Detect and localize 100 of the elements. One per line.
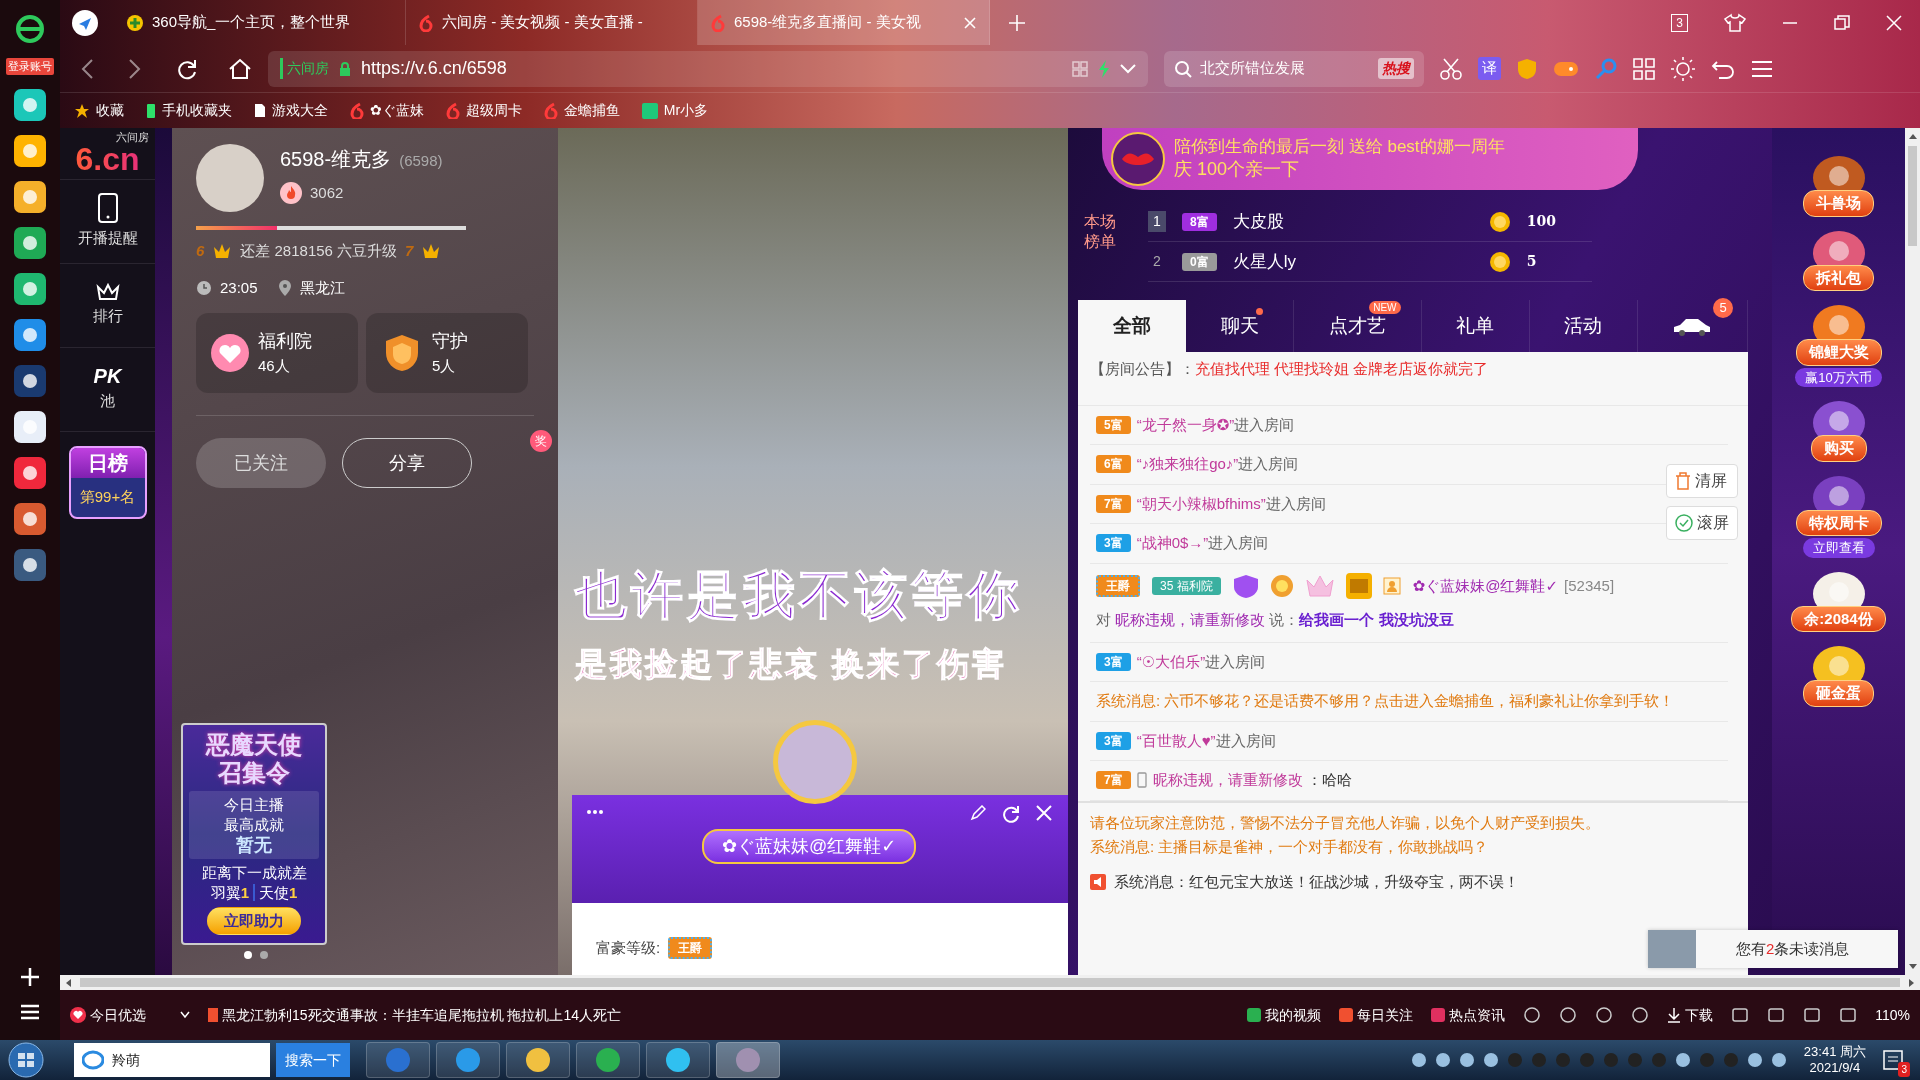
download-icon: [1667, 1007, 1682, 1023]
app-icon[interactable]: [14, 502, 46, 535]
home-icon[interactable]: [228, 57, 252, 80]
close-icon[interactable]: [963, 15, 977, 30]
medal-icon: [1268, 573, 1295, 598]
taskbar-app[interactable]: [646, 1042, 710, 1078]
status-link[interactable]: 我的视频: [1247, 1004, 1322, 1026]
scrollbar-thumb[interactable]: [1908, 146, 1917, 246]
system-message: 系统消息: 主播目标是雀神，一个对手都没有，你敢挑战吗？: [1090, 836, 1490, 857]
forward-icon[interactable]: [128, 57, 142, 80]
status-link[interactable]: 每日关注: [1339, 1004, 1414, 1026]
grid-icon[interactable]: [1633, 57, 1655, 80]
app-icon[interactable]: [14, 134, 46, 167]
login-label[interactable]: 登录账号: [6, 58, 54, 75]
restore-icon[interactable]: [1834, 14, 1850, 31]
daily-rank-badge[interactable]: 日榜 第99+名: [68, 446, 147, 519]
wealth-level-badge: 3富: [1096, 652, 1131, 671]
info-card[interactable]: 守护 5人: [366, 313, 528, 393]
start-orb-icon[interactable]: [6, 1042, 46, 1078]
level-number: 6: [196, 241, 205, 261]
shirt-icon[interactable]: [1724, 12, 1746, 33]
prize-button[interactable]: 赢10万六币: [1795, 367, 1882, 387]
taskbar-app[interactable]: [576, 1042, 640, 1078]
undo-icon[interactable]: [1711, 58, 1735, 79]
app-icon[interactable]: [14, 364, 46, 397]
close-icon[interactable]: [1036, 805, 1052, 821]
notification-icon[interactable]: [1882, 1049, 1904, 1072]
app-icon[interactable]: [14, 88, 46, 121]
bookmark-item[interactable]: 收藏: [74, 100, 124, 121]
app-icon[interactable]: [14, 456, 46, 489]
app-icon[interactable]: [14, 272, 46, 305]
scissors-icon[interactable]: [1440, 57, 1462, 80]
share-button[interactable]: 分享: [342, 438, 472, 488]
user-name[interactable]: 火星人ly: [1232, 248, 1473, 275]
gift-banner-text: 陪你到生命的最后一刻 送给 best的娜一周年 庆 100个亲一下: [1174, 137, 1505, 181]
add-icon[interactable]: [19, 966, 41, 988]
scroll-down-icon[interactable]: [1907, 963, 1918, 971]
user-name[interactable]: 大皮股: [1232, 208, 1473, 235]
app-icon[interactable]: [14, 318, 46, 351]
user-name[interactable]: ✿ぐ蓝妹妹@红舞鞋✓: [1412, 571, 1559, 600]
bookmark-item[interactable]: Mr小多: [641, 100, 709, 121]
info-card[interactable]: 福利院 46人: [196, 313, 358, 393]
download-link[interactable]: 下载: [1667, 1004, 1714, 1026]
follow-button[interactable]: 已关注: [196, 438, 326, 488]
card-title: 守护: [432, 330, 468, 354]
scroll-lock-button[interactable]: 滚屏: [1666, 506, 1738, 540]
search-field[interactable]: 羚萌: [74, 1043, 270, 1077]
app-icon: [641, 102, 658, 119]
browser-tab[interactable]: 六间房 - 美女视频 - 美女直播 -: [406, 0, 698, 45]
bookmark-item[interactable]: 手机收藏夹: [146, 100, 232, 121]
scroll-right-icon[interactable]: [1908, 977, 1916, 988]
clear-screen-button[interactable]: 清屏: [1666, 464, 1738, 498]
scrollbar-thumb[interactable]: [80, 978, 1900, 987]
carousel-dot[interactable]: [260, 951, 268, 959]
achievement-value: 暂无: [235, 834, 273, 855]
app-icon[interactable]: [14, 180, 46, 213]
ranking-title[interactable]: 本场榜单: [1084, 212, 1118, 300]
menu-icon[interactable]: [19, 1002, 41, 1022]
tab-count[interactable]: 3: [1671, 13, 1688, 32]
taskbar-app[interactable]: [436, 1042, 500, 1078]
bookmark-item[interactable]: 游戏大全: [254, 100, 328, 121]
search-text: 北交所错位发展: [1200, 58, 1305, 79]
app-icon: [734, 1046, 762, 1074]
more-icon[interactable]: [586, 809, 604, 815]
scroll-left-icon[interactable]: [64, 977, 72, 988]
edit-icon[interactable]: [970, 805, 986, 821]
refresh-icon[interactable]: [1002, 805, 1020, 823]
status-link[interactable]: 热点资讯: [1431, 1004, 1506, 1026]
zoom-level[interactable]: 110%: [1875, 1004, 1910, 1026]
app-icon[interactable]: [14, 410, 46, 443]
back-icon[interactable]: [80, 57, 94, 80]
prize-button[interactable]: 立即查看: [1802, 538, 1875, 558]
search-button[interactable]: 搜索一下: [276, 1043, 350, 1077]
promo-card[interactable]: 恶魔天使 召集令 今日主播 最高成就 暂无 距离下一成就差 羽翼1 天使1 立即助力: [181, 722, 327, 945]
today-picks-link[interactable]: 今日优选: [70, 1004, 146, 1026]
close-icon[interactable]: [1886, 14, 1902, 31]
chevron-down-icon[interactable]: [180, 1011, 190, 1019]
chat-tab[interactable]: 全部: [1078, 300, 1187, 352]
bookmark-item[interactable]: ✿ぐ蓝妹: [350, 100, 424, 121]
app-icon[interactable]: [14, 226, 46, 259]
crown-icon: [421, 242, 442, 261]
carousel-dot[interactable]: [244, 951, 252, 959]
heart-badge-icon: [210, 333, 250, 373]
bookmark-item[interactable]: 金蟾捕鱼: [543, 100, 620, 121]
scroll-up-icon[interactable]: [1907, 132, 1918, 140]
coin-icon: [1488, 250, 1511, 273]
reload-icon[interactable]: [176, 57, 198, 80]
card-icon: [1344, 571, 1373, 600]
help-button[interactable]: 立即助力: [207, 906, 301, 935]
browser-tab[interactable]: 360导航_一个主页，整个世界: [114, 0, 406, 45]
taskbar-app[interactable]: [506, 1042, 570, 1078]
compass-icon[interactable]: [70, 8, 100, 38]
sun-icon[interactable]: [1671, 56, 1695, 81]
app-icon[interactable]: [14, 548, 46, 581]
new-tab-icon[interactable]: [1008, 14, 1026, 32]
translate-button[interactable]: 译: [1478, 57, 1501, 80]
news-headline[interactable]: 黑龙江勃利15死交通事故：半挂车追尾拖拉机 拖拉机上14人死亡: [208, 1004, 622, 1026]
user-icon: [1382, 576, 1401, 595]
clock[interactable]: 23:41 周六 2021/9/4: [1803, 1044, 1866, 1076]
bookmark-item[interactable]: 超级周卡: [445, 100, 522, 121]
